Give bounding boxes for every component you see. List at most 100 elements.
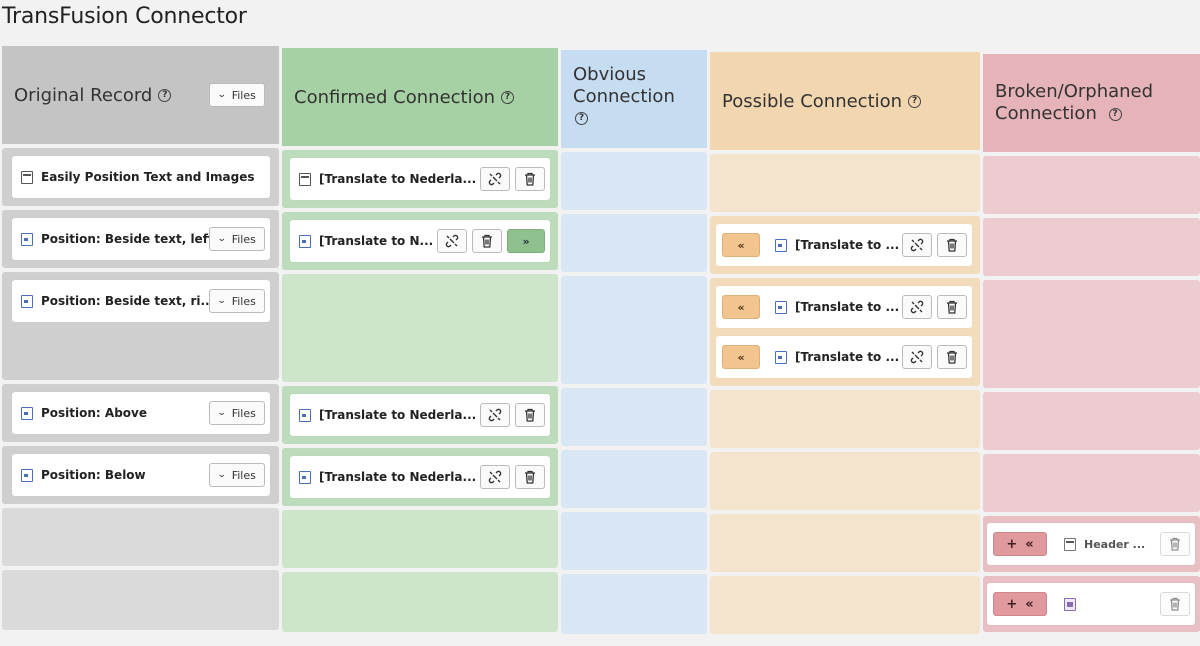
delete-button[interactable] bbox=[1160, 592, 1190, 616]
double-chevron-right-icon: » bbox=[522, 234, 530, 248]
unlink-button[interactable] bbox=[902, 295, 932, 319]
possible-card[interactable]: « [Translate to ... bbox=[716, 336, 972, 378]
move-left-button[interactable]: « bbox=[722, 233, 760, 257]
delete-button[interactable] bbox=[515, 403, 545, 427]
record-card[interactable]: Position: Beside text, left ⌄ Files bbox=[12, 218, 270, 260]
possible-label: [Translate to ... bbox=[795, 350, 900, 364]
trash-icon bbox=[947, 238, 957, 252]
files-button[interactable]: ⌄ Files bbox=[209, 289, 265, 313]
record-label: Position: Beside text, left bbox=[41, 232, 209, 246]
unlink-icon bbox=[488, 470, 502, 484]
files-button[interactable]: ⌄ Files bbox=[209, 401, 265, 425]
image-page-icon bbox=[775, 238, 787, 252]
confirmed-row-2: [Translate to N... » bbox=[282, 212, 558, 270]
trash-icon bbox=[525, 408, 535, 422]
header-broken: Broken/Orphaned Connection ? bbox=[983, 54, 1200, 152]
help-icon[interactable]: ? bbox=[1108, 107, 1122, 121]
files-button[interactable]: ⌄ Files bbox=[209, 463, 265, 487]
header-possible: Possible Connection ? bbox=[710, 52, 980, 150]
image-page-icon bbox=[775, 350, 787, 364]
help-icon[interactable]: ? bbox=[158, 88, 172, 102]
trash-icon bbox=[525, 470, 535, 484]
double-chevron-left-icon: « bbox=[737, 300, 745, 314]
delete-button[interactable] bbox=[937, 345, 967, 369]
obvious-row-3 bbox=[561, 276, 707, 384]
record-card[interactable]: Easily Position Text and Images bbox=[12, 156, 270, 198]
record-card[interactable]: Position: Below ⌄ Files bbox=[12, 454, 270, 496]
unlink-icon bbox=[488, 408, 502, 422]
column-obvious: Obvious Connection ? bbox=[561, 50, 707, 638]
obvious-row-6 bbox=[561, 512, 707, 570]
unlink-button[interactable] bbox=[480, 167, 510, 191]
original-row-2: Position: Beside text, left ⌄ Files bbox=[2, 210, 279, 268]
delete-button[interactable] bbox=[515, 167, 545, 191]
files-button[interactable]: ⌄ Files bbox=[209, 83, 265, 107]
confirmed-row-3 bbox=[282, 274, 558, 382]
move-right-button[interactable]: » bbox=[507, 229, 545, 253]
record-label: Position: Below bbox=[41, 468, 146, 482]
help-icon[interactable]: ? bbox=[908, 94, 922, 108]
header-possible-label: Possible Connection bbox=[722, 90, 903, 112]
unlink-button[interactable] bbox=[480, 403, 510, 427]
column-confirmed: Confirmed Connection ? [Translate to Ned… bbox=[282, 48, 558, 638]
delete-button[interactable] bbox=[937, 295, 967, 319]
original-row-6 bbox=[2, 508, 279, 566]
possible-card[interactable]: « [Translate to ... bbox=[716, 286, 972, 328]
connection-label: [Translate to Nederla... bbox=[319, 172, 477, 186]
unlink-button[interactable] bbox=[437, 229, 467, 253]
double-chevron-left-icon: « bbox=[1025, 596, 1034, 612]
connection-label: [Translate to Nederla... bbox=[319, 470, 477, 484]
confirmed-row-7 bbox=[282, 572, 558, 632]
connection-card[interactable]: [Translate to Nederla... bbox=[290, 456, 550, 498]
delete-button[interactable] bbox=[1160, 532, 1190, 556]
help-icon[interactable]: ? bbox=[575, 112, 588, 125]
page-icon bbox=[21, 170, 33, 184]
possible-row-3: « [Translate to ... « [Translate to ... bbox=[710, 278, 980, 386]
files-button[interactable]: ⌄ Files bbox=[209, 227, 265, 251]
record-label: Position: Beside text, ri... bbox=[41, 294, 209, 308]
possible-row-6 bbox=[710, 514, 980, 572]
orphan-label: Header ... bbox=[1084, 537, 1146, 551]
possible-row-1 bbox=[710, 154, 980, 212]
unlink-button[interactable] bbox=[902, 233, 932, 257]
image-page-icon bbox=[299, 408, 311, 422]
header-obvious: Obvious Connection ? bbox=[561, 50, 707, 148]
delete-button[interactable] bbox=[515, 465, 545, 489]
image-page-icon bbox=[21, 406, 33, 420]
connection-card[interactable]: [Translate to Nederla... bbox=[290, 394, 550, 436]
delete-button[interactable] bbox=[472, 229, 502, 253]
unlink-button[interactable] bbox=[480, 465, 510, 489]
chevron-down-icon: ⌄ bbox=[217, 90, 227, 100]
confirmed-row-5: [Translate to Nederla... bbox=[282, 448, 558, 506]
trash-icon bbox=[525, 172, 535, 186]
record-card[interactable]: Position: Above ⌄ Files bbox=[12, 392, 270, 434]
double-chevron-left-icon: « bbox=[737, 350, 745, 364]
connection-card[interactable]: [Translate to N... » bbox=[290, 220, 550, 262]
header-broken-line1: Broken/Orphaned bbox=[995, 81, 1154, 102]
possible-card[interactable]: « [Translate to ... bbox=[716, 224, 972, 266]
orphan-card[interactable]: + « bbox=[987, 583, 1195, 625]
possible-row-7 bbox=[710, 576, 980, 634]
help-icon[interactable]: ? bbox=[501, 90, 515, 104]
record-card[interactable]: Position: Beside text, ri... ⌄ Files bbox=[12, 280, 270, 322]
move-left-button[interactable]: « bbox=[722, 345, 760, 369]
add-connection-button[interactable]: + « bbox=[993, 592, 1047, 616]
confirmed-row-4: [Translate to Nederla... bbox=[282, 386, 558, 444]
broken-row-5 bbox=[983, 454, 1200, 512]
delete-button[interactable] bbox=[937, 233, 967, 257]
broken-row-4 bbox=[983, 392, 1200, 450]
connection-card[interactable]: [Translate to Nederla... bbox=[290, 158, 550, 200]
move-left-button[interactable]: « bbox=[722, 295, 760, 319]
unlink-button[interactable] bbox=[902, 345, 932, 369]
add-connection-button[interactable]: + « bbox=[993, 532, 1047, 556]
double-chevron-left-icon: « bbox=[737, 238, 745, 252]
column-possible: Possible Connection ? « [Translate to ..… bbox=[710, 52, 980, 638]
unlink-icon bbox=[910, 238, 924, 252]
image-page-icon bbox=[21, 294, 33, 308]
media-icon bbox=[1064, 597, 1076, 611]
trash-icon bbox=[947, 350, 957, 364]
orphan-card[interactable]: + « Header ... bbox=[987, 523, 1195, 565]
broken-row-7: + « bbox=[983, 576, 1200, 632]
record-label: Position: Above bbox=[41, 406, 147, 420]
header-original-label: Original Record bbox=[14, 84, 153, 106]
